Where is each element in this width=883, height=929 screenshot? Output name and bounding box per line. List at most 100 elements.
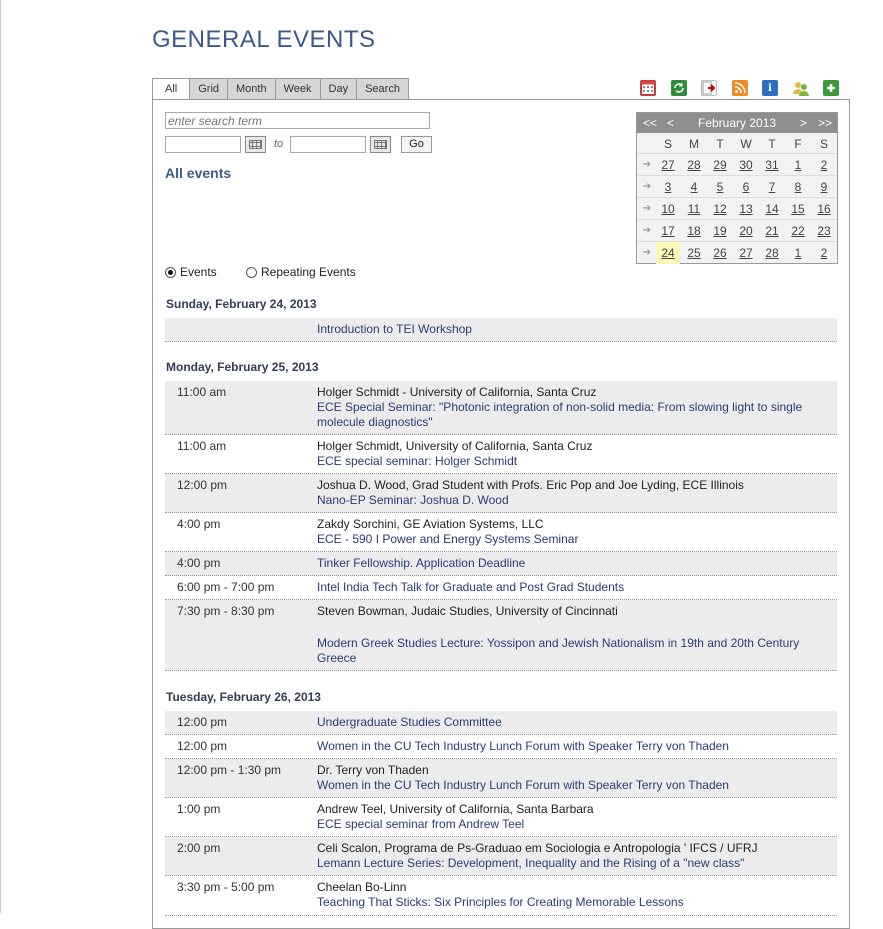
event-presenter: Dr. Terry von Thaden bbox=[317, 763, 429, 777]
calendar-day[interactable]: 28 bbox=[682, 154, 706, 176]
week-arrow-icon[interactable]: ➔ bbox=[637, 154, 657, 176]
event-title-link[interactable]: Women in the CU Tech Industry Lunch Foru… bbox=[317, 778, 827, 793]
event-time: 1:00 pm bbox=[177, 802, 221, 816]
calendar-day[interactable]: 27 bbox=[734, 242, 758, 264]
users-icon[interactable] bbox=[792, 80, 809, 96]
calendar-day[interactable]: 28 bbox=[760, 242, 784, 264]
left-border bbox=[0, 0, 1, 913]
calendar-day[interactable]: 15 bbox=[786, 198, 810, 220]
start-date-field[interactable] bbox=[165, 136, 241, 153]
event-title-link[interactable]: Teaching That Sticks: Six Principles for… bbox=[317, 895, 827, 910]
calendar-day[interactable]: 4 bbox=[682, 176, 706, 198]
search-input[interactable] bbox=[165, 112, 430, 129]
calendar-day[interactable]: 25 bbox=[682, 242, 706, 264]
tab-grid[interactable]: Grid bbox=[190, 78, 229, 100]
calendar-day[interactable]: 8 bbox=[786, 176, 810, 198]
event-title-link[interactable]: Undergraduate Studies Committee bbox=[317, 715, 827, 730]
weekday-header: T bbox=[716, 137, 724, 151]
date-range-to-label: to bbox=[274, 138, 284, 150]
next-month-button[interactable]: > bbox=[800, 116, 807, 130]
repeating-radio-option[interactable]: Repeating Events bbox=[246, 265, 356, 279]
event-title-link[interactable]: Modern Greek Studies Lecture: Yossipon a… bbox=[317, 636, 827, 666]
calendar-day[interactable]: 7 bbox=[760, 176, 784, 198]
calendar-day[interactable]: 30 bbox=[734, 154, 758, 176]
calendar-day[interactable]: 27 bbox=[656, 154, 680, 176]
calendar-day[interactable]: 2 bbox=[812, 154, 836, 176]
weekday-header: F bbox=[794, 137, 802, 151]
calendar-day[interactable]: 11 bbox=[682, 198, 706, 220]
event-row: 3:30 pm - 5:00 pm Cheelan Bo-Linn Teaching… bbox=[165, 876, 837, 916]
calendar-day[interactable]: 19 bbox=[708, 220, 732, 242]
repeating-radio-label: Repeating Events bbox=[261, 265, 356, 279]
calendar-day[interactable]: 6 bbox=[734, 176, 758, 198]
event-row: 11:00 am Holger Schmidt - University of C… bbox=[165, 381, 837, 435]
repeating-radio[interactable] bbox=[246, 266, 257, 278]
event-title-link[interactable]: ECE - 590 I Power and Energy Systems Sem… bbox=[317, 532, 827, 547]
event-title-link[interactable]: Nano-EP Seminar: Joshua D. Wood bbox=[317, 493, 827, 508]
event-title-link[interactable]: Lemann Lecture Series: Development, Ineq… bbox=[317, 856, 827, 871]
event-row: 7:30 pm - 8:30 pm Steven Bowman, Judaic S… bbox=[165, 600, 837, 671]
tab-week[interactable]: Week bbox=[275, 78, 321, 100]
calendar-day[interactable]: 21 bbox=[760, 220, 784, 242]
events-radio[interactable] bbox=[165, 266, 176, 278]
end-date-picker-icon[interactable] bbox=[370, 136, 391, 153]
calendar-day[interactable]: 9 bbox=[812, 176, 836, 198]
add-icon[interactable] bbox=[823, 80, 839, 96]
calendar-day[interactable]: 17 bbox=[656, 220, 680, 242]
event-time: 2:00 pm bbox=[177, 841, 221, 855]
event-title-link[interactable]: Intel India Tech Talk for Graduate and P… bbox=[317, 580, 827, 595]
next-year-button[interactable]: >> bbox=[818, 116, 832, 130]
calendar-day[interactable]: 29 bbox=[708, 154, 732, 176]
prev-month-button[interactable]: < bbox=[667, 116, 674, 130]
calendar-day[interactable]: 1 bbox=[786, 154, 810, 176]
calendar-icon[interactable] bbox=[640, 80, 656, 96]
event-presenter: Joshua D. Wood, Grad Student with Profs.… bbox=[317, 478, 744, 492]
event-title-link[interactable]: ECE special seminar: Holger Schmidt bbox=[317, 454, 827, 469]
start-date-picker-icon[interactable] bbox=[245, 136, 266, 153]
week-arrow-icon[interactable]: ➔ bbox=[637, 176, 657, 198]
calendar-day[interactable]: 31 bbox=[760, 154, 784, 176]
calendar-day[interactable]: 16 bbox=[812, 198, 836, 220]
event-time: 4:00 pm bbox=[177, 556, 221, 570]
rss-icon[interactable] bbox=[731, 80, 748, 96]
calendar-day[interactable]: 5 bbox=[708, 176, 732, 198]
calendar-day[interactable]: 10 bbox=[656, 198, 680, 220]
event-time: 11:00 am bbox=[177, 439, 227, 453]
calendar-day[interactable]: 1 bbox=[786, 242, 810, 264]
info-icon[interactable]: i bbox=[762, 80, 778, 96]
event-time: 11:00 am bbox=[177, 385, 227, 399]
calendar-day[interactable]: 26 bbox=[708, 242, 732, 264]
event-presenter: Cheelan Bo-Linn bbox=[317, 880, 407, 894]
calendar-day[interactable]: 22 bbox=[786, 220, 810, 242]
go-button[interactable]: Go bbox=[401, 136, 432, 153]
event-title-link[interactable]: Women in the CU Tech Industry Lunch Foru… bbox=[317, 739, 827, 754]
calendar-day-today[interactable]: 24 bbox=[656, 242, 680, 264]
weekday-header: S bbox=[663, 137, 672, 151]
event-title-link[interactable]: Introduction to TEI Workshop bbox=[317, 322, 827, 337]
calendar-day[interactable]: 18 bbox=[682, 220, 706, 242]
calendar-day[interactable]: 23 bbox=[812, 220, 836, 242]
calendar-day[interactable]: 2 bbox=[812, 242, 836, 264]
calendar-day[interactable]: 12 bbox=[708, 198, 732, 220]
week-arrow-icon[interactable]: ➔ bbox=[637, 198, 657, 220]
tab-day[interactable]: Day bbox=[320, 78, 358, 100]
tab-all[interactable]: All bbox=[152, 78, 191, 100]
event-title-link[interactable]: ECE special seminar from Andrew Teel bbox=[317, 817, 827, 832]
calendar-day[interactable]: 20 bbox=[734, 220, 758, 242]
export-icon[interactable] bbox=[701, 80, 717, 96]
events-radio-option[interactable]: Events bbox=[165, 265, 217, 279]
tab-month[interactable]: Month bbox=[228, 78, 276, 100]
calendar-day[interactable]: 14 bbox=[760, 198, 784, 220]
calendar-day[interactable]: 3 bbox=[656, 176, 680, 198]
sync-icon[interactable] bbox=[670, 80, 687, 96]
day-header: Tuesday, February 26, 2013 bbox=[166, 690, 321, 704]
event-title-link[interactable]: ECE Special Seminar: "Photonic integrati… bbox=[317, 400, 827, 430]
mini-calendar: << < February 2013 > >> S M T W T F S ➔ 27 28 29 30… bbox=[636, 112, 838, 264]
event-title-link[interactable]: Tinker Fellowship. Application Deadline bbox=[317, 556, 827, 571]
week-arrow-icon[interactable]: ➔ bbox=[637, 220, 657, 242]
end-date-field[interactable] bbox=[290, 136, 366, 153]
tab-search[interactable]: Search bbox=[357, 78, 409, 100]
calendar-day[interactable]: 13 bbox=[734, 198, 758, 220]
week-arrow-icon[interactable]: ➔ bbox=[637, 242, 657, 264]
prev-year-button[interactable]: << bbox=[643, 116, 657, 130]
